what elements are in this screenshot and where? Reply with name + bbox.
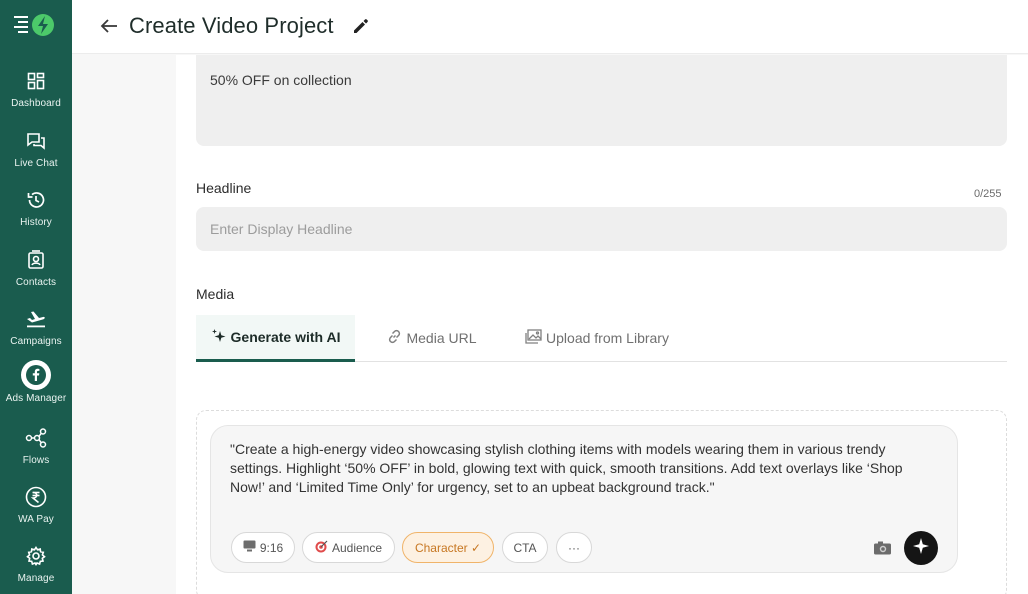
sidebar-item-ads-manager[interactable]: Ads Manager	[0, 360, 72, 416]
flows-icon	[25, 427, 47, 449]
facebook-icon	[21, 360, 51, 390]
sidebar-item-live-chat[interactable]: Live Chat	[0, 126, 72, 182]
contacts-icon	[25, 249, 47, 271]
audience-chip[interactable]: Audience	[302, 532, 395, 563]
headline-counter: 0/255	[974, 188, 1002, 200]
sidebar: Dashboard Live Chat History Contacts Cam…	[0, 0, 72, 594]
sidebar-item-manage[interactable]: Manage	[0, 541, 72, 594]
chip-label: 9:16	[259, 540, 284, 555]
chip-label: CTA	[513, 540, 537, 555]
sidebar-item-label: History	[20, 217, 52, 228]
app-logo[interactable]	[14, 12, 56, 38]
sidebar-item-contacts[interactable]: Contacts	[0, 245, 72, 301]
target-icon	[315, 540, 328, 556]
headline-input[interactable]	[196, 207, 1007, 251]
chip-label: ···	[568, 540, 580, 555]
tab-upload-from-library[interactable]: Upload from Library	[516, 315, 678, 361]
headline-label: Headline	[196, 180, 252, 196]
sidebar-item-label: Manage	[17, 573, 55, 584]
camera-icon[interactable]	[873, 540, 892, 556]
rupee-icon	[25, 486, 47, 508]
aspect-ratio-chip[interactable]: 9:16	[231, 532, 295, 563]
chat-icon	[25, 130, 47, 152]
page-title: Create Video Project	[129, 13, 334, 38]
character-chip[interactable]: Character ✓	[402, 532, 494, 563]
chip-label: Audience	[331, 540, 383, 555]
tab-media-url[interactable]: Media URL	[380, 315, 484, 361]
image-icon	[525, 329, 542, 347]
sparkle-icon	[912, 537, 930, 560]
sidebar-item-dashboard[interactable]: Dashboard	[0, 66, 72, 122]
cta-chip[interactable]: CTA	[502, 532, 548, 563]
chip-label: Character ✓	[414, 540, 482, 555]
sidebar-item-flows[interactable]: Flows	[0, 423, 72, 479]
sidebar-item-label: Contacts	[15, 277, 57, 288]
sidebar-item-wa-pay[interactable]: WA Pay	[0, 482, 72, 538]
sidebar-item-label: Campaigns	[10, 336, 62, 347]
sidebar-item-label: WA Pay	[18, 514, 54, 525]
media-label: Media	[196, 286, 235, 302]
link-icon	[387, 329, 402, 347]
sidebar-item-history[interactable]: History	[0, 185, 72, 241]
sidebar-item-campaigns[interactable]: Campaigns	[0, 304, 72, 360]
back-arrow-icon[interactable]	[99, 16, 119, 36]
description-field[interactable]: 50% OFF on collection	[196, 55, 1007, 146]
tab-label: Media URL	[406, 330, 477, 346]
sidebar-item-label: Live Chat	[14, 158, 58, 169]
tab-label: Generate with AI	[230, 329, 341, 345]
sidebar-item-label: Ads Manager	[5, 393, 67, 404]
generate-button[interactable]	[904, 531, 938, 565]
tab-label: Upload from Library	[546, 330, 669, 346]
gear-icon	[25, 545, 47, 567]
pencil-icon[interactable]	[352, 17, 370, 35]
more-options-chip[interactable]: ···	[556, 532, 592, 563]
dashboard-icon	[25, 70, 47, 92]
sidebar-item-label: Flows	[22, 455, 50, 466]
history-icon	[25, 189, 47, 211]
monitor-icon	[243, 540, 256, 555]
plane-icon	[25, 308, 47, 330]
sparkle-icon	[211, 328, 227, 347]
tab-generate-with-ai[interactable]: Generate with AI	[196, 315, 355, 362]
sidebar-item-label: Dashboard	[11, 98, 61, 109]
prompt-text[interactable]: "Create a high-energy video showcasing s…	[230, 440, 938, 497]
page-header: Create Video Project	[72, 0, 1028, 54]
